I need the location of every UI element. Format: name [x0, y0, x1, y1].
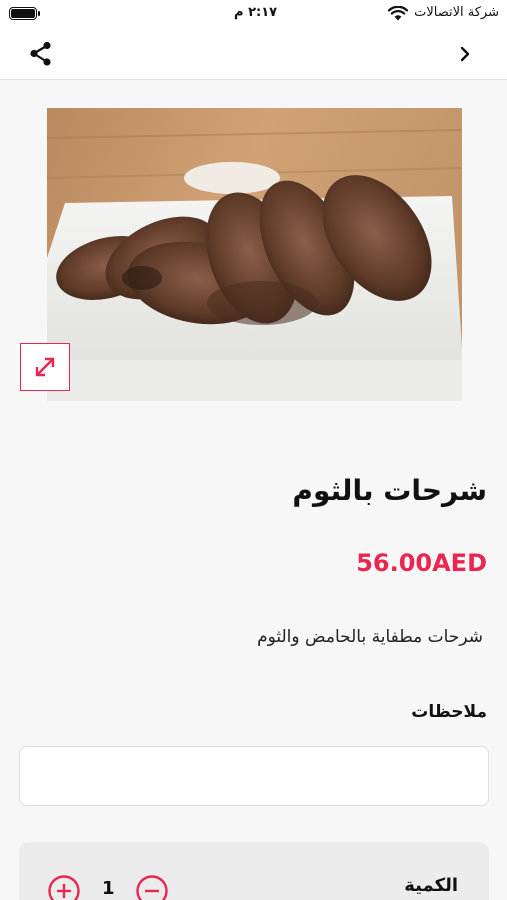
carrier-name: شركة الاتصالات	[414, 5, 499, 20]
share-icon	[30, 41, 51, 66]
share-button[interactable]	[26, 39, 56, 69]
decrease-quantity-button[interactable]	[135, 874, 169, 900]
quantity-panel: 1 الكمية	[19, 842, 489, 900]
product-detail-screen: ٢:١٧ م شركة الاتصالات شرحات بالثوم 56.00…	[0, 0, 507, 900]
product-title: شرحات بالثوم	[292, 474, 487, 507]
navigation-bar	[0, 28, 507, 80]
notes-label: ملاحظات	[411, 702, 487, 722]
expand-image-button[interactable]	[20, 343, 70, 391]
quantity-value: 1	[102, 878, 115, 899]
status-bar: ٢:١٧ م شركة الاتصالات	[0, 0, 507, 28]
expand-icon	[35, 357, 55, 377]
wifi-icon	[387, 5, 409, 25]
minus-circle-icon	[136, 875, 168, 900]
quantity-label: الكمية	[404, 875, 458, 896]
product-image	[47, 108, 462, 401]
battery-icon	[9, 7, 40, 20]
notes-input[interactable]	[19, 746, 489, 806]
back-button[interactable]	[453, 41, 477, 67]
product-price: 56.00AED	[356, 549, 487, 577]
increase-quantity-button[interactable]	[47, 874, 81, 900]
status-time: ٢:١٧ م	[234, 5, 278, 20]
back-chevron-icon	[460, 46, 470, 62]
plus-circle-icon	[48, 875, 80, 900]
product-description: شرحات مطفاية بالحامض والثوم	[257, 627, 483, 647]
